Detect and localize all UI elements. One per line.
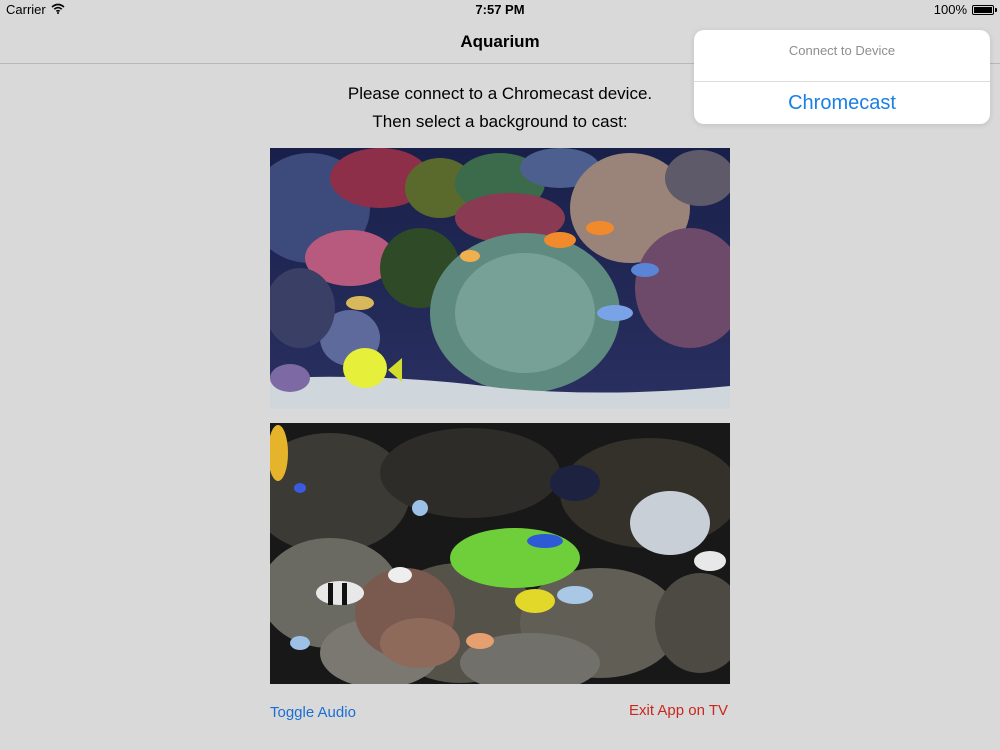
exit-app-button[interactable]: Exit App on TV: [629, 702, 728, 719]
battery-percent: 100%: [933, 2, 967, 17]
status-bar: Carrier 7:57 PM 100%: [0, 0, 1000, 20]
connect-device-popover: Connect to Device Chromecast: [694, 30, 990, 124]
popover-title: Connect to Device: [788, 43, 896, 58]
reef-dark-image: [270, 423, 730, 684]
status-time: 7:57 PM: [475, 2, 525, 17]
device-option-chromecast[interactable]: Chromecast: [694, 82, 990, 124]
battery-fill: [974, 7, 992, 13]
status-right: 100%: [933, 0, 997, 20]
background-thumbnail-reef-bright[interactable]: [270, 148, 730, 409]
battery-icon: [972, 5, 997, 15]
reef-bright-image: [270, 148, 730, 409]
background-thumbnail-reef-dark[interactable]: [270, 423, 730, 684]
toggle-audio-button[interactable]: Toggle Audio: [270, 704, 356, 721]
